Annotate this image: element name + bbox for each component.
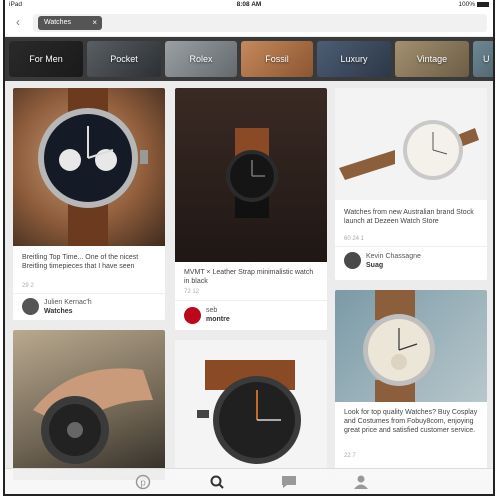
tab-bar: p <box>5 468 493 494</box>
battery-percent: 100% <box>458 1 475 8</box>
watch-photo <box>197 360 301 464</box>
pin-card[interactable] <box>175 340 327 480</box>
search-icon <box>210 475 224 489</box>
avatar[interactable] <box>184 307 201 324</box>
pin-user[interactable]: Julien Kernac'h <box>44 299 92 306</box>
avatar[interactable] <box>22 298 39 315</box>
pin-stats: 22 7 <box>344 453 356 459</box>
svg-text:p: p <box>140 479 146 489</box>
pin-image[interactable] <box>13 330 165 480</box>
pin-image[interactable] <box>175 340 327 480</box>
category-label: For Men <box>29 54 63 64</box>
tab-home[interactable]: p <box>133 474 153 490</box>
category-luxury[interactable]: Luxury <box>317 41 391 77</box>
watch-photo <box>38 88 148 246</box>
app-window: iPad 8:08 AM 100% ‹ Watches × For Men Po… <box>3 0 495 496</box>
pin-description: MVMT × Leather Strap minimalistic watch … <box>184 269 314 285</box>
pin-card[interactable]: Look for top quality Watches? Buy Cospla… <box>335 290 487 480</box>
category-more[interactable]: U <box>473 41 493 77</box>
category-label: Vintage <box>416 54 448 64</box>
divider <box>13 293 165 294</box>
category-fossil[interactable]: Fossil <box>241 41 313 77</box>
pin-image[interactable] <box>175 88 327 262</box>
search-token-label: Watches <box>44 19 71 26</box>
profile-icon <box>354 475 368 489</box>
pin-stats: 29 2 <box>22 283 34 289</box>
pocket-watch-photo <box>33 368 153 464</box>
pin-description: Breitling Top Time... One of the nicest … <box>22 254 139 270</box>
pin-board[interactable]: Watches <box>44 308 73 315</box>
pin-image[interactable] <box>335 290 487 402</box>
category-vintage[interactable]: Vintage <box>395 41 469 77</box>
pin-card[interactable] <box>13 330 165 480</box>
pin-card[interactable]: Watches from new Australian brand Stock … <box>335 88 487 280</box>
tab-search[interactable] <box>207 474 227 490</box>
category-label: U <box>483 54 490 64</box>
divider <box>175 300 327 301</box>
pin-image[interactable] <box>13 88 165 246</box>
watch-photo <box>226 128 278 218</box>
category-label: Rolex <box>189 54 213 64</box>
category-label: Pocket <box>110 54 138 64</box>
search-token[interactable]: Watches × <box>38 16 102 30</box>
pin-description: Watches from new Australian brand Stock … <box>344 209 474 225</box>
pin-board[interactable]: Suag <box>366 262 383 269</box>
tab-profile[interactable] <box>351 474 371 490</box>
clear-token-icon[interactable]: × <box>92 16 97 30</box>
watch-photo <box>339 120 479 180</box>
category-pocket[interactable]: Pocket <box>87 41 161 77</box>
status-bar: iPad 8:08 AM 100% <box>5 0 493 10</box>
category-label: Luxury <box>340 54 368 64</box>
pin-board[interactable]: montre <box>206 316 230 323</box>
pin-user[interactable]: Kevin Chassagne <box>366 253 421 260</box>
category-rolex[interactable]: Rolex <box>165 41 237 77</box>
pin-stats: 72 12 <box>184 289 200 295</box>
clock: 8:08 AM <box>236 1 262 8</box>
battery-icon <box>477 1 489 7</box>
category-for-men[interactable]: For Men <box>9 41 83 77</box>
category-guides: For Men Pocket Rolex Fossil Luxury Vinta… <box>5 37 493 81</box>
battery-status: 100% <box>458 1 489 8</box>
pin-card[interactable]: MVMT × Leather Strap minimalistic watch … <box>175 88 327 330</box>
pin-image[interactable] <box>335 88 487 200</box>
search-bar: ‹ Watches × <box>5 10 493 36</box>
divider <box>335 246 487 247</box>
watch-photo <box>363 290 435 402</box>
messages-icon <box>282 476 296 488</box>
pin-stats: 60 24 1 <box>344 236 365 242</box>
pin-user[interactable]: seb <box>206 307 217 314</box>
pin-description: Look for top quality Watches? Buy Cospla… <box>344 409 478 434</box>
search-input[interactable]: Watches × <box>33 14 487 32</box>
tab-messages[interactable] <box>279 474 299 490</box>
avatar[interactable] <box>344 252 361 269</box>
category-label: Fossil <box>265 54 289 64</box>
pinterest-icon: p <box>135 474 151 490</box>
pin-card[interactable]: Breitling Top Time... One of the nicest … <box>13 88 165 320</box>
back-chevron-icon[interactable]: ‹ <box>16 15 20 29</box>
